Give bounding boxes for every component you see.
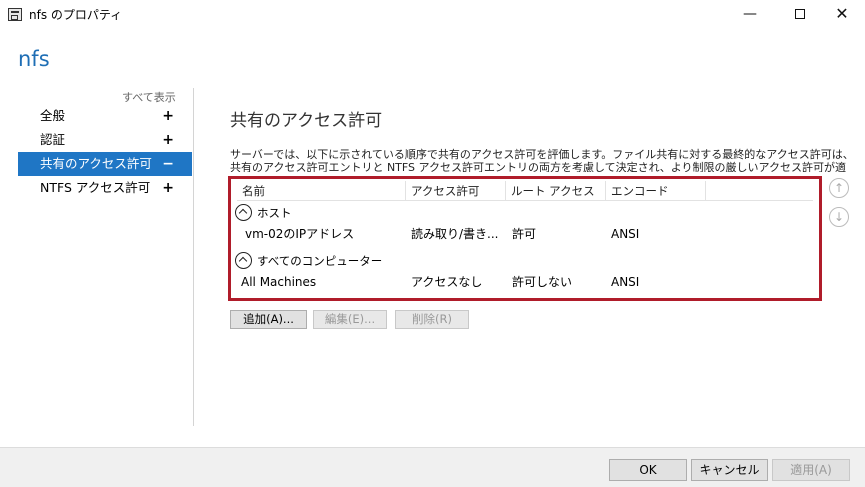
column-header-access[interactable]: アクセス許可 (406, 181, 506, 201)
cell-access: 読み取り/書き... (411, 227, 499, 241)
edit-button[interactable]: 編集(E)... (313, 310, 387, 329)
collapse-group-icon[interactable] (235, 252, 252, 269)
page-title: nfs (18, 47, 50, 71)
section-description: サーバーでは、以下に示されている順序で共有のアクセス許可を評価します。ファイル共… (230, 148, 854, 172)
table-row[interactable]: All Machines アクセスなし 許可しない ANSI (231, 272, 819, 292)
move-down-icon[interactable]: ↓ (829, 207, 849, 227)
move-up-icon[interactable]: ↑ (829, 178, 849, 198)
cell-root-access: 許可しない (512, 275, 573, 289)
title-bar: nfs のプロパティ — ✕ (0, 0, 865, 30)
cell-name: vm-02のIPアドレス (245, 227, 355, 241)
column-header-encoding[interactable]: エンコード (606, 181, 706, 201)
collapse-icon: − (162, 156, 174, 172)
add-button[interactable]: 追加(A)... (230, 310, 307, 329)
maximize-icon (795, 9, 805, 19)
apply-button[interactable]: 適用(A) (772, 459, 850, 481)
nav-item-label: 共有のアクセス許可 (40, 156, 152, 171)
column-header-name[interactable]: 名前 (237, 181, 406, 201)
nav-item-label: NTFS アクセス許可 (40, 180, 151, 195)
sidebar-nav: 全般 + 認証 + 共有のアクセス許可 − NTFS アクセス許可 + (18, 104, 192, 200)
minimize-button[interactable]: — (727, 0, 773, 30)
delete-button[interactable]: 削除(R) (395, 310, 469, 329)
window-title: nfs のプロパティ (29, 8, 123, 22)
nav-item-general[interactable]: 全般 + (18, 104, 192, 128)
nav-item-label: 全般 (40, 108, 66, 123)
expand-icon: + (162, 108, 174, 124)
section-title: 共有のアクセス許可 (230, 111, 383, 131)
nav-item-share-permissions[interactable]: 共有のアクセス許可 − (18, 152, 192, 176)
cell-encoding: ANSI (611, 275, 640, 289)
expand-icon: + (162, 132, 174, 148)
permissions-table: 名前 アクセス許可 ルート アクセス エンコード ホスト vm-02のIPアドレ… (228, 176, 822, 301)
show-all-link[interactable]: すべて表示 (122, 89, 176, 105)
group-label: ホスト (257, 206, 292, 220)
nav-item-ntfs-permissions[interactable]: NTFS アクセス許可 + (18, 176, 192, 200)
cell-name: All Machines (241, 275, 317, 289)
cancel-button[interactable]: キャンセル (691, 459, 768, 481)
dialog-footer: OK キャンセル 適用(A) (0, 447, 865, 487)
ok-button[interactable]: OK (609, 459, 687, 481)
column-header-root-access[interactable]: ルート アクセス (506, 181, 606, 201)
table-row[interactable]: vm-02のIPアドレス 読み取り/書き... 許可 ANSI (231, 224, 819, 244)
expand-icon: + (162, 180, 174, 196)
nav-divider (193, 88, 194, 426)
nav-item-authentication[interactable]: 認証 + (18, 128, 192, 152)
cell-access: アクセスなし (411, 275, 483, 289)
app-icon (8, 8, 22, 21)
table-header: 名前 アクセス許可 ルート アクセス エンコード (237, 181, 813, 201)
collapse-group-icon[interactable] (235, 204, 252, 221)
close-button[interactable]: ✕ (819, 0, 865, 30)
group-label: すべてのコンピューター (257, 254, 383, 268)
cell-encoding: ANSI (611, 227, 640, 241)
maximize-button[interactable] (777, 0, 823, 30)
cell-root-access: 許可 (512, 227, 537, 241)
nav-item-label: 認証 (40, 132, 66, 147)
